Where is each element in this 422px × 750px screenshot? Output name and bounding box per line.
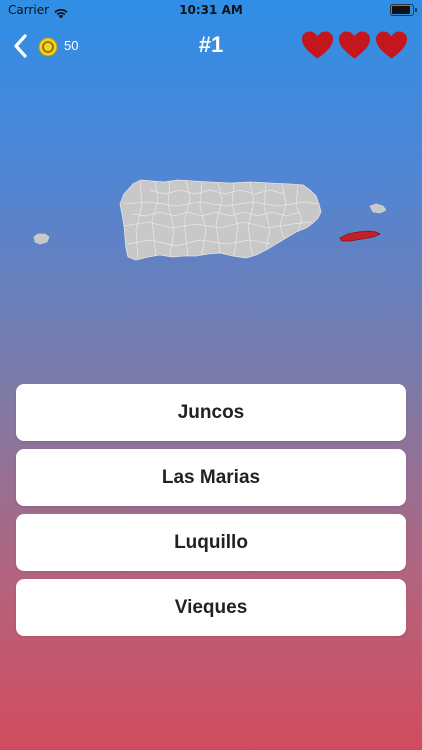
lives-display [301, 30, 408, 60]
answer-button-luquillo[interactable]: Luquillo [16, 514, 406, 571]
heart-icon [302, 31, 333, 59]
battery-icon [390, 4, 417, 16]
heart-icon [339, 31, 370, 59]
mona-island-icon [33, 233, 50, 245]
answer-choices: Juncos Las Marias Luquillo Vieques [16, 384, 406, 644]
heart-icon [376, 31, 407, 59]
answer-button-juncos[interactable]: Juncos [16, 384, 406, 441]
status-bar: Carrier 10:31 AM [0, 0, 422, 22]
vieques-highlight-icon [339, 230, 381, 242]
battery-tip [415, 8, 417, 12]
battery-level [392, 6, 410, 14]
game-header: 50 #1 [0, 26, 422, 66]
puerto-rico-map [0, 160, 422, 280]
answer-button-vieques[interactable]: Vieques [16, 579, 406, 636]
answer-button-las-marias[interactable]: Las Marias [16, 449, 406, 506]
status-time: 10:31 AM [179, 3, 243, 17]
culebra-island-icon [369, 203, 387, 214]
game-screen: Carrier 10:31 AM 50 #1 Juncos Las Marias… [0, 0, 422, 750]
